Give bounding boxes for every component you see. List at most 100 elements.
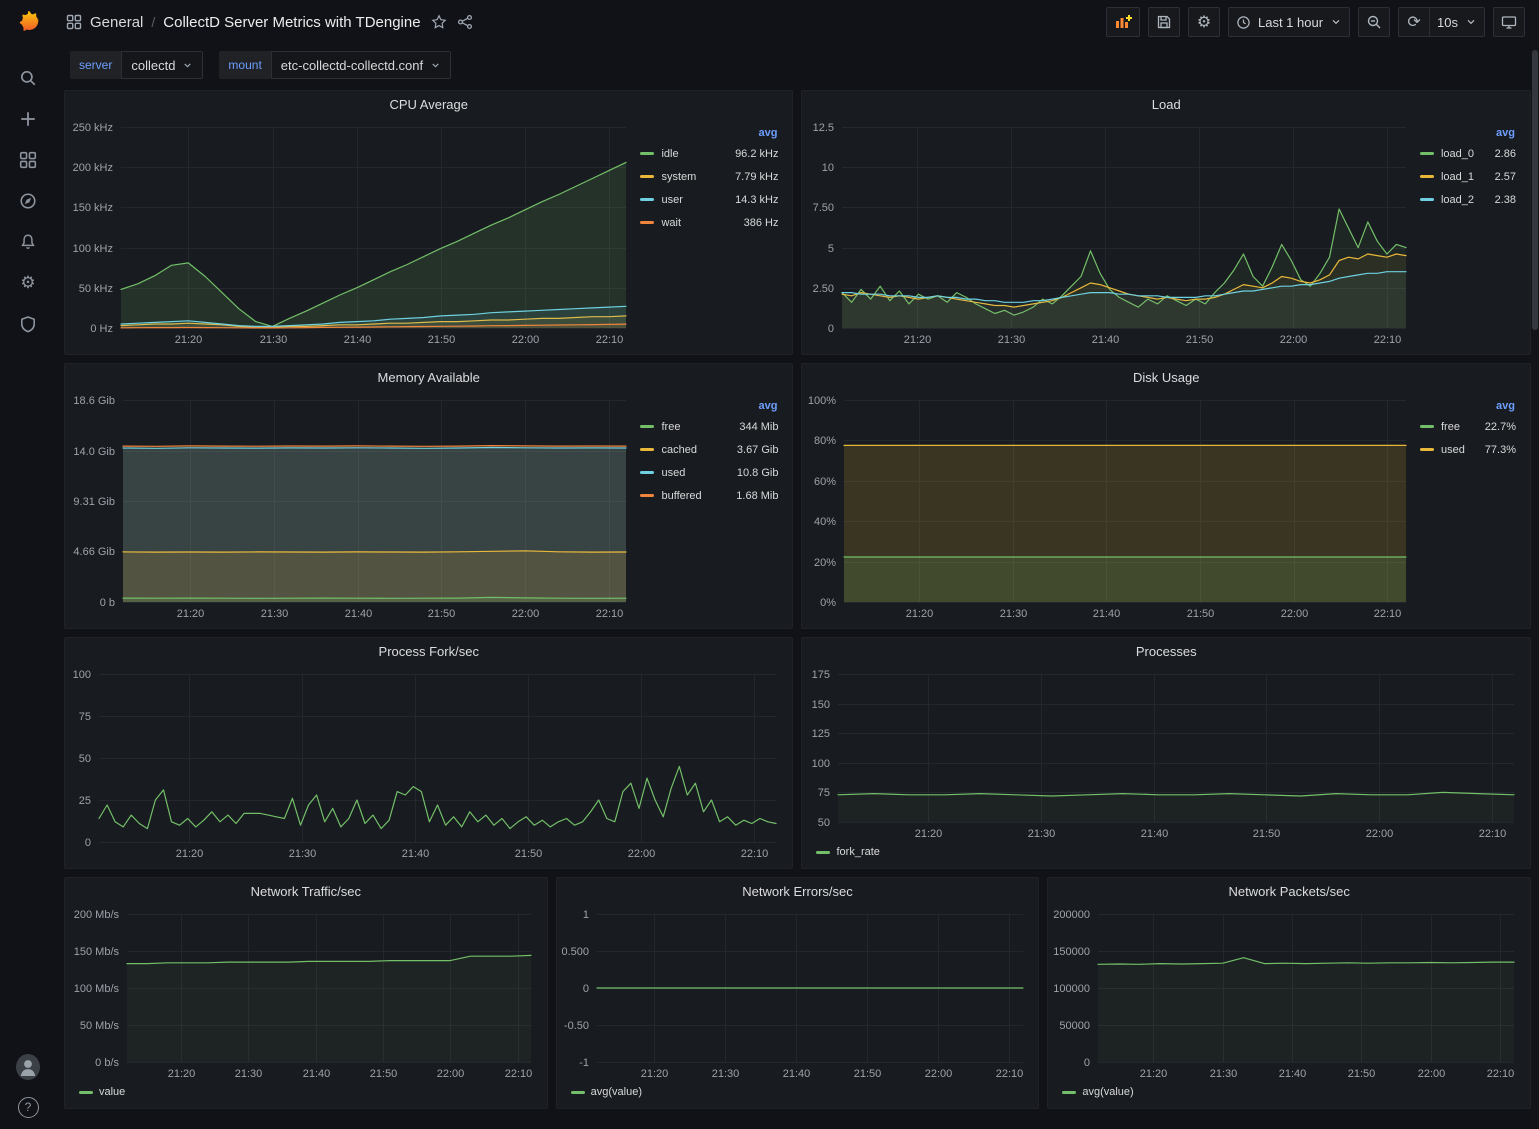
- panel-memory-available: Memory Available 0 b4.66 Gib9.31 Gib14.0…: [64, 363, 793, 629]
- svg-text:21:30: 21:30: [711, 1068, 739, 1080]
- legend-item-free[interactable]: free344 Mib: [640, 415, 778, 438]
- scrollbar-thumb[interactable]: [1532, 50, 1538, 330]
- panel-title-disk-usage[interactable]: Disk Usage: [802, 364, 1530, 390]
- cpu-average-chart[interactable]: 0 Hz50 kHz100 kHz150 kHz200 kHz250 kHz21…: [69, 117, 638, 348]
- panel-title-cpu-average[interactable]: CPU Average: [65, 91, 792, 117]
- help-icon[interactable]: ?: [16, 1095, 40, 1119]
- svg-text:21:50: 21:50: [1186, 334, 1214, 346]
- legend-item-idle[interactable]: idle96.2 kHz: [640, 142, 778, 165]
- legend-item-free[interactable]: free22.7%: [1420, 415, 1516, 438]
- svg-text:0.500: 0.500: [561, 946, 589, 958]
- panel-title-load[interactable]: Load: [802, 91, 1530, 117]
- svg-text:21:20: 21:20: [175, 334, 203, 346]
- svg-text:50000: 50000: [1060, 1020, 1091, 1032]
- cycle-view-button[interactable]: [1493, 7, 1525, 37]
- share-icon[interactable]: [457, 14, 473, 30]
- star-icon[interactable]: [431, 14, 447, 30]
- svg-text:22:00: 22:00: [924, 1068, 952, 1080]
- svg-text:175: 175: [812, 669, 830, 681]
- process-fork-chart[interactable]: 025507510021:2021:3021:4021:5022:0022:10: [69, 664, 788, 862]
- panel-title-network-errors[interactable]: Network Errors/sec: [557, 878, 1039, 904]
- create-plus-icon[interactable]: [16, 107, 40, 131]
- legend-item-load_0[interactable]: load_02.86: [1420, 142, 1516, 165]
- panel-title-memory-available[interactable]: Memory Available: [65, 364, 792, 390]
- panel-network-packets: Network Packets/sec 05000010000015000020…: [1047, 877, 1531, 1109]
- load-legend: avg load_02.86load_12.57load_22.38: [1418, 117, 1526, 348]
- legend-item-fork_rate[interactable]: fork_rate: [816, 846, 879, 858]
- grafana-app: ⚙ ? General / Co: [0, 0, 1539, 1129]
- legend-item-load_2[interactable]: load_22.38: [1420, 188, 1516, 211]
- legend-item-buffered[interactable]: buffered1.68 Mib: [640, 484, 778, 507]
- svg-text:21:30: 21:30: [1000, 608, 1028, 620]
- network-errors-chart[interactable]: -1-0.5000.500121:2021:3021:4021:5022:002…: [561, 904, 1035, 1082]
- legend-item-avg(value)[interactable]: avg(value): [571, 1086, 642, 1098]
- variable-mount: mount etc-collectd-collectd.conf: [219, 51, 451, 79]
- variable-mount-dropdown[interactable]: etc-collectd-collectd.conf: [271, 51, 451, 79]
- panel-title-network-packets[interactable]: Network Packets/sec: [1048, 878, 1530, 904]
- legend-item-user[interactable]: user14.3 kHz: [640, 188, 778, 211]
- processes-chart[interactable]: 507510012515017521:2021:3021:4021:5022:0…: [806, 664, 1526, 842]
- legend-item-value[interactable]: value: [79, 1086, 125, 1098]
- panel-title-network-traffic[interactable]: Network Traffic/sec: [65, 878, 547, 904]
- svg-text:150: 150: [812, 699, 830, 711]
- load-chart[interactable]: 02.5057.501012.521:2021:3021:4021:5022:0…: [806, 117, 1418, 348]
- search-icon[interactable]: [16, 66, 40, 90]
- disk-usage-chart[interactable]: 0%20%40%60%80%100%21:2021:3021:4021:5022…: [806, 390, 1418, 622]
- svg-text:22:10: 22:10: [1374, 608, 1402, 620]
- svg-text:22:00: 22:00: [512, 608, 540, 620]
- legend-item-used[interactable]: used77.3%: [1420, 438, 1516, 461]
- svg-text:21:40: 21:40: [1279, 1068, 1307, 1080]
- variable-server-dropdown[interactable]: collectd: [121, 51, 203, 79]
- svg-text:1: 1: [583, 909, 589, 921]
- breadcrumb-separator: /: [151, 14, 155, 30]
- dashboards-icon[interactable]: [16, 148, 40, 172]
- svg-text:21:30: 21:30: [1210, 1068, 1238, 1080]
- variable-server-label: server: [70, 51, 121, 79]
- alerting-bell-icon[interactable]: [16, 230, 40, 254]
- grafana-logo[interactable]: [11, 6, 45, 40]
- legend-item-system[interactable]: system7.79 kHz: [640, 165, 778, 188]
- svg-text:22:00: 22:00: [1366, 828, 1394, 840]
- add-panel-button[interactable]: [1106, 7, 1140, 37]
- network-packets-chart[interactable]: 05000010000015000020000021:2021:3021:402…: [1052, 904, 1526, 1082]
- variables-bar: server collectd mount etc-collectd-colle…: [56, 44, 1539, 86]
- svg-text:21:20: 21:20: [177, 608, 205, 620]
- legend-item-load_1[interactable]: load_12.57: [1420, 165, 1516, 188]
- panel-processes: Processes 507510012515017521:2021:3021:4…: [801, 637, 1531, 869]
- breadcrumb-folder[interactable]: General: [90, 14, 143, 31]
- save-dashboard-button[interactable]: [1148, 7, 1180, 37]
- svg-text:25: 25: [79, 795, 91, 807]
- panel-cpu-average: CPU Average 0 Hz50 kHz100 kHz150 kHz200 …: [64, 90, 793, 355]
- svg-text:12.5: 12.5: [813, 122, 834, 134]
- dashboard-title[interactable]: CollectD Server Metrics with TDengine: [163, 14, 420, 31]
- legend-avg-header: avg: [1420, 127, 1516, 139]
- user-avatar[interactable]: [16, 1055, 40, 1079]
- svg-text:21:40: 21:40: [402, 848, 430, 860]
- svg-text:21:30: 21:30: [289, 848, 317, 860]
- configuration-gear-icon[interactable]: ⚙: [16, 271, 40, 295]
- zoom-out-button[interactable]: [1358, 7, 1390, 37]
- panel-title-process-fork[interactable]: Process Fork/sec: [65, 638, 792, 664]
- network-traffic-chart[interactable]: 0 b/s50 Mb/s100 Mb/s150 Mb/s200 Mb/s21:2…: [69, 904, 543, 1082]
- svg-text:21:30: 21:30: [998, 334, 1026, 346]
- panel-title-processes[interactable]: Processes: [802, 638, 1530, 664]
- svg-text:21:30: 21:30: [260, 334, 288, 346]
- refresh-icon[interactable]: ⟳: [1398, 7, 1430, 37]
- legend-item-wait[interactable]: wait386 Hz: [640, 211, 778, 234]
- server-admin-shield-icon[interactable]: [16, 312, 40, 336]
- svg-text:200000: 200000: [1054, 909, 1091, 921]
- svg-text:21:50: 21:50: [428, 608, 456, 620]
- svg-text:22:00: 22:00: [1280, 334, 1308, 346]
- svg-text:100 kHz: 100 kHz: [73, 243, 113, 255]
- legend-item-used[interactable]: used10.8 Gib: [640, 461, 778, 484]
- scrollbar[interactable]: [1531, 0, 1539, 1129]
- dashboard-settings-button[interactable]: ⚙: [1188, 7, 1220, 37]
- refresh-interval-dropdown[interactable]: 10s: [1430, 7, 1485, 37]
- legend-item-avg(value)[interactable]: avg(value): [1062, 1086, 1133, 1098]
- memory-available-chart[interactable]: 0 b4.66 Gib9.31 Gib14.0 Gib18.6 Gib21:20…: [69, 390, 638, 622]
- time-range-picker[interactable]: Last 1 hour: [1228, 7, 1350, 37]
- explore-compass-icon[interactable]: [16, 189, 40, 213]
- legend-item-cached[interactable]: cached3.67 Gib: [640, 438, 778, 461]
- chevron-down-icon: [182, 60, 193, 71]
- svg-text:21:50: 21:50: [370, 1068, 398, 1080]
